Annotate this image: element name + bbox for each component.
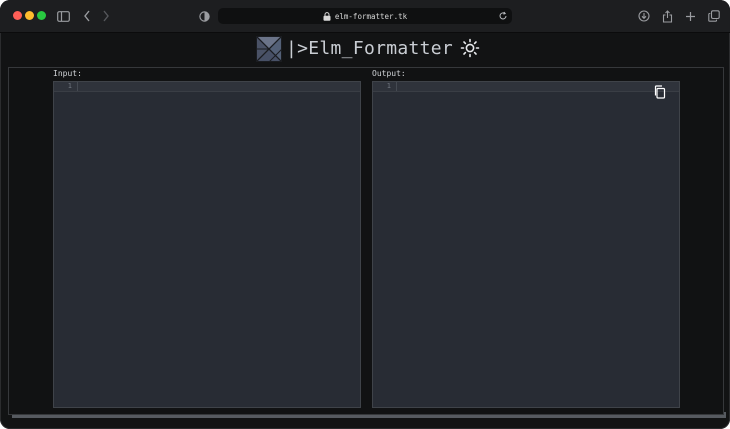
- elm-logo: [256, 36, 282, 62]
- gutter-divider: [396, 82, 397, 91]
- input-label: Input:: [53, 69, 82, 78]
- address-bar[interactable]: elm-formatter.tk: [218, 8, 512, 24]
- share-icon[interactable]: [659, 8, 675, 24]
- page-title: |>Elm_Formatter: [286, 38, 454, 59]
- formatter-panel: Input: 1 Output: 1: [8, 67, 724, 415]
- forward-icon[interactable]: [98, 8, 114, 24]
- close-window-button[interactable]: [13, 11, 22, 20]
- download-icon[interactable]: [636, 8, 652, 24]
- input-textarea[interactable]: [80, 82, 360, 407]
- shield-icon[interactable]: [196, 8, 212, 24]
- output-label: Output:: [372, 69, 406, 78]
- input-editor[interactable]: 1: [53, 81, 361, 408]
- sidebar-icon[interactable]: [55, 8, 71, 24]
- lock-icon: [323, 11, 331, 21]
- minimize-window-button[interactable]: [25, 11, 34, 20]
- output-editor[interactable]: 1: [372, 81, 680, 408]
- back-icon[interactable]: [79, 8, 95, 24]
- tabs-icon[interactable]: [706, 8, 722, 24]
- plus-icon[interactable]: [682, 8, 698, 24]
- app-header: |>Elm_Formatter: [0, 33, 730, 66]
- gutter-divider: [77, 82, 78, 91]
- browser-toolbar: elm-formatter.tk: [0, 0, 730, 33]
- copy-icon[interactable]: [653, 85, 667, 99]
- sun-icon[interactable]: [460, 38, 480, 58]
- line-number: 1: [386, 82, 391, 90]
- url-text: elm-formatter.tk: [334, 11, 408, 21]
- line-number: 1: [67, 82, 72, 90]
- browser-window: elm-formatter.tk |>Elm_Formatter Input: …: [0, 0, 730, 429]
- maximize-window-button[interactable]: [37, 11, 46, 20]
- output-textarea[interactable]: [399, 82, 679, 407]
- reload-icon[interactable]: [498, 11, 508, 21]
